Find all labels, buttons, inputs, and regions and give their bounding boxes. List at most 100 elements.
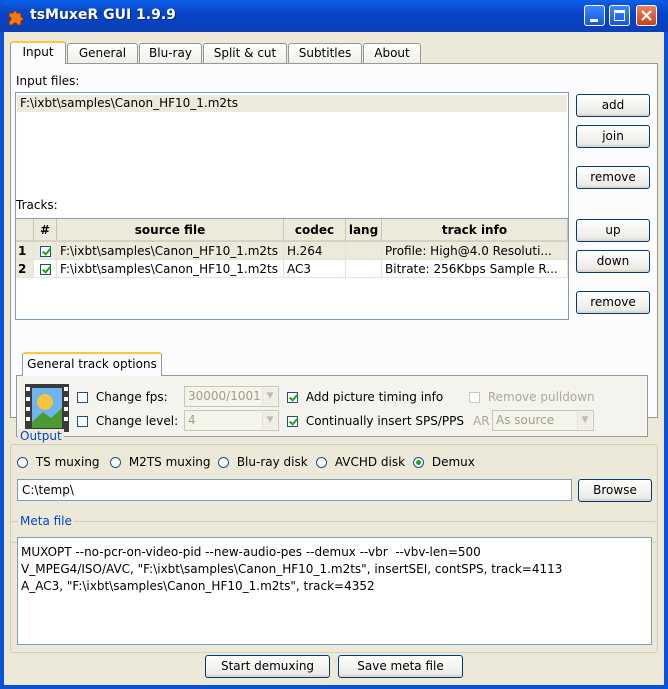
title-bar[interactable]: tsMuxeR GUI 1.9.9 bbox=[0, 0, 668, 32]
chevron-down-icon: ▼ bbox=[262, 412, 277, 429]
change-fps-label: Change fps: bbox=[95, 390, 168, 404]
change-level-checkbox[interactable]: Change level: bbox=[77, 414, 178, 428]
checkbox-icon bbox=[77, 416, 88, 427]
tab-input[interactable]: Input bbox=[10, 41, 66, 64]
app-puzzle-icon bbox=[8, 10, 24, 26]
avchd-disk-radio[interactable]: AVCHD disk bbox=[316, 455, 405, 469]
remove-pulldown-label: Remove pulldown bbox=[487, 390, 595, 404]
up-button[interactable]: up bbox=[576, 219, 650, 242]
checkbox-checked-icon bbox=[287, 416, 298, 427]
track-enabled-checkbox[interactable] bbox=[33, 241, 57, 260]
radio-icon bbox=[17, 457, 28, 468]
input-files-list[interactable]: F:\ixbt\samples\Canon_HF10_1.m2ts bbox=[15, 92, 569, 223]
join-button[interactable]: join bbox=[576, 125, 650, 148]
radio-icon bbox=[110, 457, 121, 468]
change-level-label: Change level: bbox=[95, 414, 179, 428]
ts-muxing-radio[interactable]: TS muxing bbox=[17, 455, 100, 469]
checkbox-checked-icon bbox=[287, 392, 298, 403]
insert-sps-label: Continually insert SPS/PPS bbox=[305, 414, 464, 428]
table-row[interactable]: 1 F:\ixbt\samples\Canon_HF10_1.m2ts H.26… bbox=[16, 241, 568, 260]
track-source: F:\ixbt\samples\Canon_HF10_1.m2ts bbox=[56, 241, 284, 260]
row-number: 2 bbox=[16, 259, 34, 278]
tab-split-cut[interactable]: Split & cut bbox=[203, 43, 287, 63]
meta-file-textarea[interactable]: MUXOPT --no-pcr-on-video-pid --new-audio… bbox=[17, 537, 652, 645]
save-meta-file-button[interactable]: Save meta file bbox=[338, 655, 463, 678]
col-num[interactable]: # bbox=[33, 219, 57, 242]
track-source: F:\ixbt\samples\Canon_HF10_1.m2ts bbox=[56, 259, 284, 278]
window-client: Input General Blu-ray Split & cut Subtit… bbox=[4, 32, 664, 685]
add-button[interactable]: add bbox=[576, 94, 650, 117]
track-enabled-checkbox[interactable] bbox=[33, 259, 57, 278]
col-info[interactable]: track info bbox=[381, 219, 568, 242]
level-select[interactable]: 4 ▼ bbox=[184, 410, 279, 431]
remove-track-button[interactable]: remove bbox=[576, 291, 650, 314]
window-title: tsMuxeR GUI 1.9.9 bbox=[30, 7, 176, 23]
output-path-input[interactable]: C:\temp\ bbox=[17, 479, 572, 501]
radio-selected-icon bbox=[413, 457, 424, 468]
input-file-item[interactable]: F:\ixbt\samples\Canon_HF10_1.m2ts bbox=[17, 95, 567, 112]
row-number: 1 bbox=[16, 241, 34, 260]
meta-file-group-title: Meta file bbox=[18, 514, 74, 528]
insert-sps-checkbox[interactable]: Continually insert SPS/PPS bbox=[287, 414, 464, 428]
ar-select[interactable]: As source ▼ bbox=[492, 410, 594, 431]
radio-icon bbox=[218, 457, 229, 468]
track-codec: AC3 bbox=[283, 259, 346, 278]
maximize-button[interactable] bbox=[609, 5, 630, 26]
tab-subtitles[interactable]: Subtitles bbox=[288, 43, 362, 63]
close-button[interactable] bbox=[636, 5, 657, 26]
bluray-disk-radio[interactable]: Blu-ray disk bbox=[218, 455, 308, 469]
col-lang[interactable]: lang bbox=[345, 219, 382, 242]
input-files-label: Input files: bbox=[16, 74, 80, 88]
remove-pulldown-checkbox[interactable]: Remove pulldown bbox=[469, 390, 595, 404]
tab-general[interactable]: General bbox=[67, 43, 138, 63]
track-options-panel: Change fps: 30000/1001 ▼ Change level: 4 ▼… bbox=[16, 375, 648, 437]
chevron-down-icon: ▼ bbox=[577, 412, 592, 429]
demux-label: Demux bbox=[431, 455, 475, 469]
track-info: Bitrate: 256Kbps Sample R... bbox=[381, 259, 568, 278]
checkbox-icon bbox=[77, 392, 88, 403]
start-demuxing-button[interactable]: Start demuxing bbox=[205, 655, 330, 678]
add-timing-label: Add picture timing info bbox=[305, 390, 444, 404]
remove-file-button[interactable]: remove bbox=[576, 166, 650, 189]
checkbox-checked-icon bbox=[39, 263, 51, 275]
fps-select[interactable]: 30000/1001 ▼ bbox=[184, 386, 279, 407]
checkbox-icon bbox=[469, 392, 480, 403]
ar-label: AR bbox=[473, 414, 490, 428]
chevron-down-icon: ▼ bbox=[262, 388, 277, 405]
fps-value: 30000/1001 bbox=[188, 389, 261, 403]
checkbox-checked-icon bbox=[39, 245, 51, 257]
tracks-table-box[interactable]: # source file codec lang track info 1 F:… bbox=[15, 218, 569, 320]
down-button[interactable]: down bbox=[576, 250, 650, 273]
radio-icon bbox=[316, 457, 327, 468]
m2ts-muxing-radio[interactable]: M2TS muxing bbox=[110, 455, 211, 469]
app-window: tsMuxeR GUI 1.9.9 Input General Blu-ray … bbox=[0, 0, 668, 689]
add-timing-checkbox[interactable]: Add picture timing info bbox=[287, 390, 443, 404]
track-lang[interactable] bbox=[345, 241, 382, 260]
minimize-icon bbox=[590, 19, 598, 22]
track-lang[interactable] bbox=[345, 259, 382, 278]
maximize-icon bbox=[614, 10, 625, 21]
track-codec: H.264 bbox=[283, 241, 346, 260]
tab-about[interactable]: About bbox=[363, 43, 421, 63]
browse-button[interactable]: Browse bbox=[578, 479, 652, 502]
change-fps-checkbox[interactable]: Change fps: bbox=[77, 390, 168, 404]
film-icon bbox=[25, 384, 69, 432]
level-value: 4 bbox=[188, 413, 196, 427]
ts-muxing-label: TS muxing bbox=[35, 455, 100, 469]
close-icon bbox=[641, 10, 652, 21]
tab-bluray[interactable]: Blu-ray bbox=[139, 43, 202, 63]
tracks-label: Tracks: bbox=[16, 198, 58, 212]
output-group-title: Output bbox=[18, 429, 64, 443]
avchd-disk-label: AVCHD disk bbox=[334, 455, 406, 469]
tracks-table: # source file codec lang track info 1 F:… bbox=[16, 219, 568, 278]
tab-general-track-options[interactable]: General track options bbox=[22, 352, 162, 376]
track-info: Profile: High@4.0 Resoluti... bbox=[381, 241, 568, 260]
bluray-disk-label: Blu-ray disk bbox=[236, 455, 308, 469]
col-codec[interactable]: codec bbox=[283, 219, 346, 242]
ar-value: As source bbox=[496, 413, 555, 427]
m2ts-muxing-label: M2TS muxing bbox=[128, 455, 211, 469]
minimize-button[interactable] bbox=[584, 5, 605, 26]
table-row[interactable]: 2 F:\ixbt\samples\Canon_HF10_1.m2ts AC3 … bbox=[16, 259, 568, 278]
col-source[interactable]: source file bbox=[56, 219, 284, 242]
demux-radio[interactable]: Demux bbox=[413, 455, 475, 469]
